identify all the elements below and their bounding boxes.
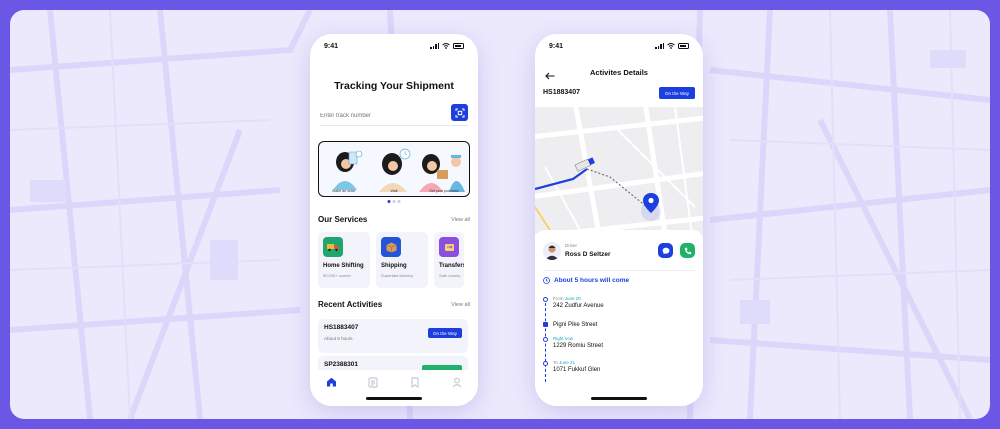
timeline-item: Right now 1229 Romiu Street: [543, 336, 604, 349]
status-time: 9:41: [549, 42, 564, 50]
eta-text: About 5 hours will come: [554, 277, 630, 284]
document-icon[interactable]: [367, 376, 379, 388]
driver-name: Ross D Seltzer: [565, 251, 611, 258]
tracking-screen: 9:41 Tracking Your Shipment Enter track …: [310, 34, 478, 406]
onboarding-banner[interactable]: Make an order Wait Get your purchase: [318, 141, 470, 197]
services-view-all-link[interactable]: View all: [451, 217, 470, 223]
status-bar: 9:41: [324, 40, 464, 52]
wifi-icon: [442, 43, 450, 49]
service-subtitle: 50,000+ courier: [323, 273, 351, 278]
activity-card[interactable]: HS1883407 About 5 hours On the Way: [318, 319, 468, 353]
activities-title: Recent Activities: [318, 300, 383, 309]
phone-icon: [684, 247, 691, 254]
status-bar: 9:41: [549, 40, 689, 52]
track-search: [320, 104, 468, 126]
timeline-item: To June 21 1071 Fukkuf Glen: [543, 360, 601, 373]
service-subtitle: Superfast delivery: [381, 273, 414, 278]
services-header: Our Services View all: [318, 215, 470, 224]
scan-icon: [455, 108, 464, 117]
carousel-dots[interactable]: [387, 200, 401, 203]
timeline-caption: To: [553, 360, 558, 365]
background-frame: 9:41 Tracking Your Shipment Enter track …: [10, 10, 990, 419]
services-title: Our Services: [318, 215, 368, 224]
activities-view-all-link[interactable]: View all: [451, 302, 470, 308]
service-subtitle: Safe money: [439, 273, 461, 278]
activity-status-button[interactable]: On the Way: [427, 328, 462, 338]
service-card-transfers[interactable]: Transfers Safe money: [434, 232, 464, 288]
timeline-address: 242 Zudfur Avenue: [553, 303, 604, 309]
status-time: 9:41: [324, 42, 339, 50]
driver-row: Driver Ross D Seltzer: [543, 242, 695, 264]
route-timeline: From June 20 242 Zudfur Avenue Pigni Pik…: [543, 292, 695, 392]
service-title: Home Shifting: [323, 263, 364, 269]
timeline-address: Pigni Pike Street: [553, 322, 598, 328]
banner-label-1: Make an order: [332, 189, 356, 193]
track-number-input[interactable]: [320, 106, 440, 126]
service-card-shipping[interactable]: Shipping Superfast delivery: [376, 232, 428, 288]
battery-icon: [453, 43, 464, 49]
timeline-item: Pigni Pike Street: [543, 320, 598, 328]
box-icon: [381, 237, 401, 257]
order-status-button[interactable]: On the Way: [658, 87, 695, 99]
details-title: Activites Details: [590, 68, 648, 77]
order-row: HS1883407 On the Way: [543, 87, 695, 101]
timeline-address: 1071 Fukkuf Glen: [553, 367, 601, 373]
activities-header: Recent Activities View all: [318, 300, 470, 309]
signal-icon: [430, 43, 439, 49]
timeline-date: June 20: [564, 296, 581, 301]
timeline-dot: [543, 297, 548, 302]
signal-icon: [655, 43, 664, 49]
service-title: Shipping: [381, 263, 407, 269]
page-title: Tracking Your Shipment: [334, 80, 454, 92]
timeline-date: June 21: [559, 360, 576, 365]
bookmark-icon[interactable]: [409, 376, 421, 388]
battery-icon: [678, 43, 689, 49]
wifi-icon: [667, 43, 675, 49]
driver-avatar: [543, 242, 561, 260]
home-indicator: [366, 397, 422, 400]
timeline-caption: From: [553, 296, 564, 301]
service-card-home-shifting[interactable]: Home Shifting 50,000+ courier: [318, 232, 370, 288]
home-icon[interactable]: [325, 376, 337, 388]
timeline-address: 1229 Romiu Street: [553, 343, 604, 349]
message-button[interactable]: [658, 243, 673, 258]
bottom-tab-bar: [310, 370, 478, 406]
timeline-caption: Right now: [553, 336, 574, 341]
activity-details-screen: 9:41 Activites Details HS1883407 On the …: [535, 34, 703, 406]
timeline-dot: [543, 361, 548, 366]
timeline-dot: [543, 337, 548, 342]
chat-icon: [662, 247, 669, 254]
service-title: Transfers: [439, 263, 464, 269]
eta-row: About 5 hours will come: [543, 277, 629, 284]
timeline-item: From June 20 242 Zudfur Avenue: [543, 296, 604, 309]
timeline-dot: [543, 322, 548, 327]
driver-sheet: Driver Ross D Seltzer About 5 hours will…: [535, 230, 703, 406]
transfer-icon: [439, 237, 459, 257]
home-indicator: [591, 397, 647, 400]
divider: [543, 270, 695, 271]
driver-caption: Driver: [565, 243, 577, 248]
services-list: Home Shifting 50,000+ courier Shipping S…: [318, 232, 464, 288]
call-button[interactable]: [680, 243, 695, 258]
details-header: Activites Details: [535, 65, 703, 81]
profile-icon[interactable]: [451, 376, 463, 388]
clock-icon: [543, 277, 550, 284]
scan-button[interactable]: [451, 104, 468, 121]
order-id: HS1883407: [543, 89, 580, 96]
background-map: [10, 10, 990, 419]
banner-label-3: Get your purchase: [429, 189, 459, 193]
banner-label-2: Wait: [390, 189, 398, 193]
truck-icon: [323, 237, 343, 257]
